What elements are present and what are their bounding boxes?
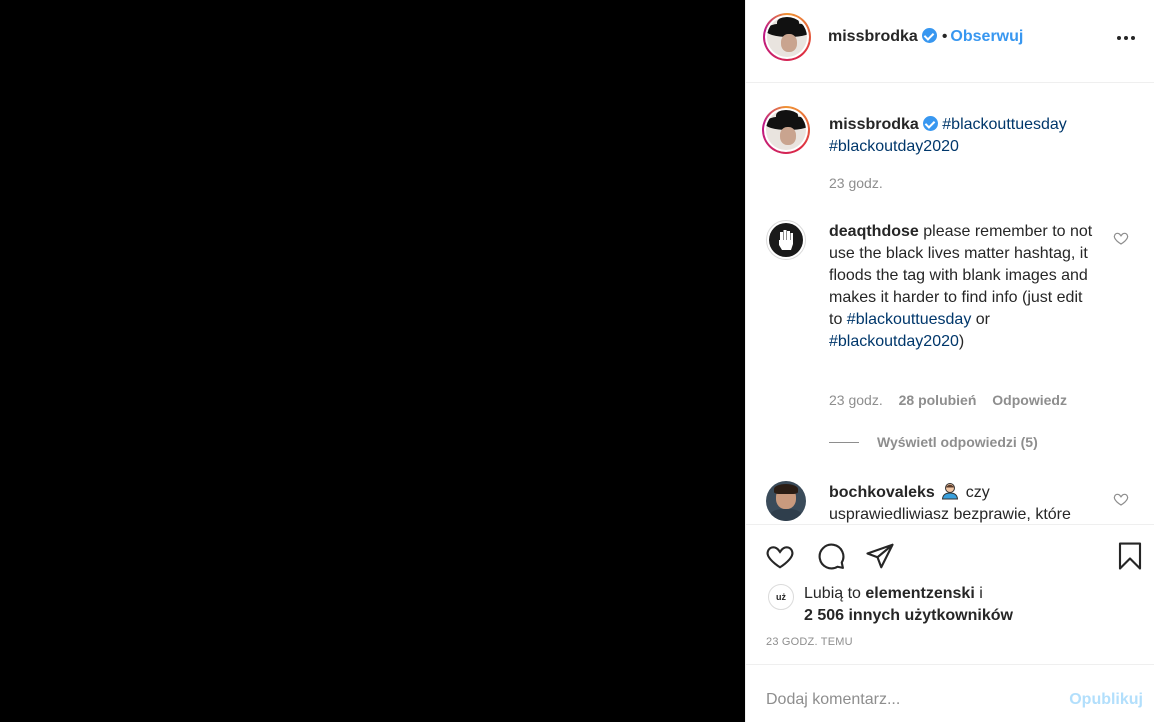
liker-username[interactable]: elementzenski	[865, 585, 974, 602]
verified-badge-icon	[922, 116, 938, 131]
bookmark-icon[interactable]	[1115, 541, 1145, 571]
view-replies-label: Wyświetl odpowiedzi (5)	[877, 434, 1038, 450]
hashtag-link[interactable]: #blackoutday2020	[829, 333, 959, 350]
reply-button[interactable]: Odpowiedz	[992, 392, 1067, 408]
divider-line	[829, 441, 859, 443]
comment-like-icon[interactable]	[1113, 491, 1129, 507]
view-replies-button[interactable]: Wyświetl odpowiedzi (5)	[829, 434, 1038, 450]
person-emoji-icon	[942, 483, 959, 500]
comments-list[interactable]: missbrodka #blackouttuesday #blackoutday…	[746, 84, 1154, 524]
comment-meta: 23 godz. 28 polubień Odpowiedz	[829, 392, 1067, 408]
follow-button[interactable]: Obserwuj	[950, 28, 1023, 45]
comment-input[interactable]: Dodaj komentarz...	[766, 691, 900, 709]
post-header: missbrodka • Obserwuj	[746, 0, 1154, 83]
hashtag-link[interactable]: #blackouttuesday	[942, 116, 1067, 133]
comment-item: deaqthdose please remember to not use th…	[829, 221, 1097, 353]
post-image[interactable]	[0, 0, 745, 722]
comment-icon[interactable]	[816, 541, 846, 571]
comment-likes[interactable]: 28 polubień	[899, 392, 977, 408]
likes-conj: i	[979, 585, 983, 602]
likes-summary: uż Lubią to elementzenski i 2 506 innych…	[768, 583, 1013, 627]
caption-avatar[interactable]	[762, 106, 810, 154]
caption: missbrodka #blackouttuesday #blackoutday…	[829, 114, 1129, 194]
more-options-icon[interactable]	[1117, 36, 1135, 40]
post-time[interactable]: 23 GODZ. TEMU	[766, 636, 853, 648]
comment-like-icon[interactable]	[1113, 230, 1129, 246]
likes-count[interactable]: 2 506 innych użytkowników	[804, 607, 1013, 624]
hashtag-link[interactable]: #blackouttuesday	[847, 311, 972, 328]
share-icon[interactable]	[865, 541, 895, 571]
comment-avatar[interactable]	[766, 220, 806, 260]
comment-author[interactable]: deaqthdose	[829, 223, 919, 240]
comment-author[interactable]: bochkovaleks	[829, 484, 935, 501]
fist-icon	[779, 230, 793, 250]
add-comment-form: Dodaj komentarz... Opublikuj	[746, 664, 1154, 722]
post-actions: uż Lubią to elementzenski i 2 506 innych…	[746, 524, 1154, 664]
instagram-post-view: missbrodka • Obserwuj missbrodka #blackout…	[0, 0, 1154, 722]
author-username[interactable]: missbrodka	[828, 28, 918, 45]
comment-close: )	[958, 333, 965, 350]
separator-dot: •	[941, 28, 948, 45]
caption-author[interactable]: missbrodka	[829, 116, 919, 133]
heart-icon[interactable]	[765, 541, 795, 571]
publish-button[interactable]: Opublikuj	[1069, 691, 1143, 709]
liker-avatar[interactable]: uż	[768, 584, 794, 610]
verified-badge-icon	[921, 28, 937, 43]
comment-item: bochkovaleks czy usprawiedliwiasz bezpra…	[829, 482, 1097, 524]
hashtag-link[interactable]: #blackoutday2020	[829, 138, 959, 155]
post-side-panel: missbrodka • Obserwuj missbrodka #blackout…	[745, 0, 1154, 722]
caption-time[interactable]: 23 godz.	[829, 172, 1129, 194]
comment-time[interactable]: 23 godz.	[829, 392, 883, 408]
author-avatar[interactable]	[763, 13, 811, 61]
likes-prefix: Lubią to	[804, 585, 861, 602]
comment-avatar[interactable]	[766, 481, 806, 521]
comment-conj: or	[975, 311, 991, 328]
